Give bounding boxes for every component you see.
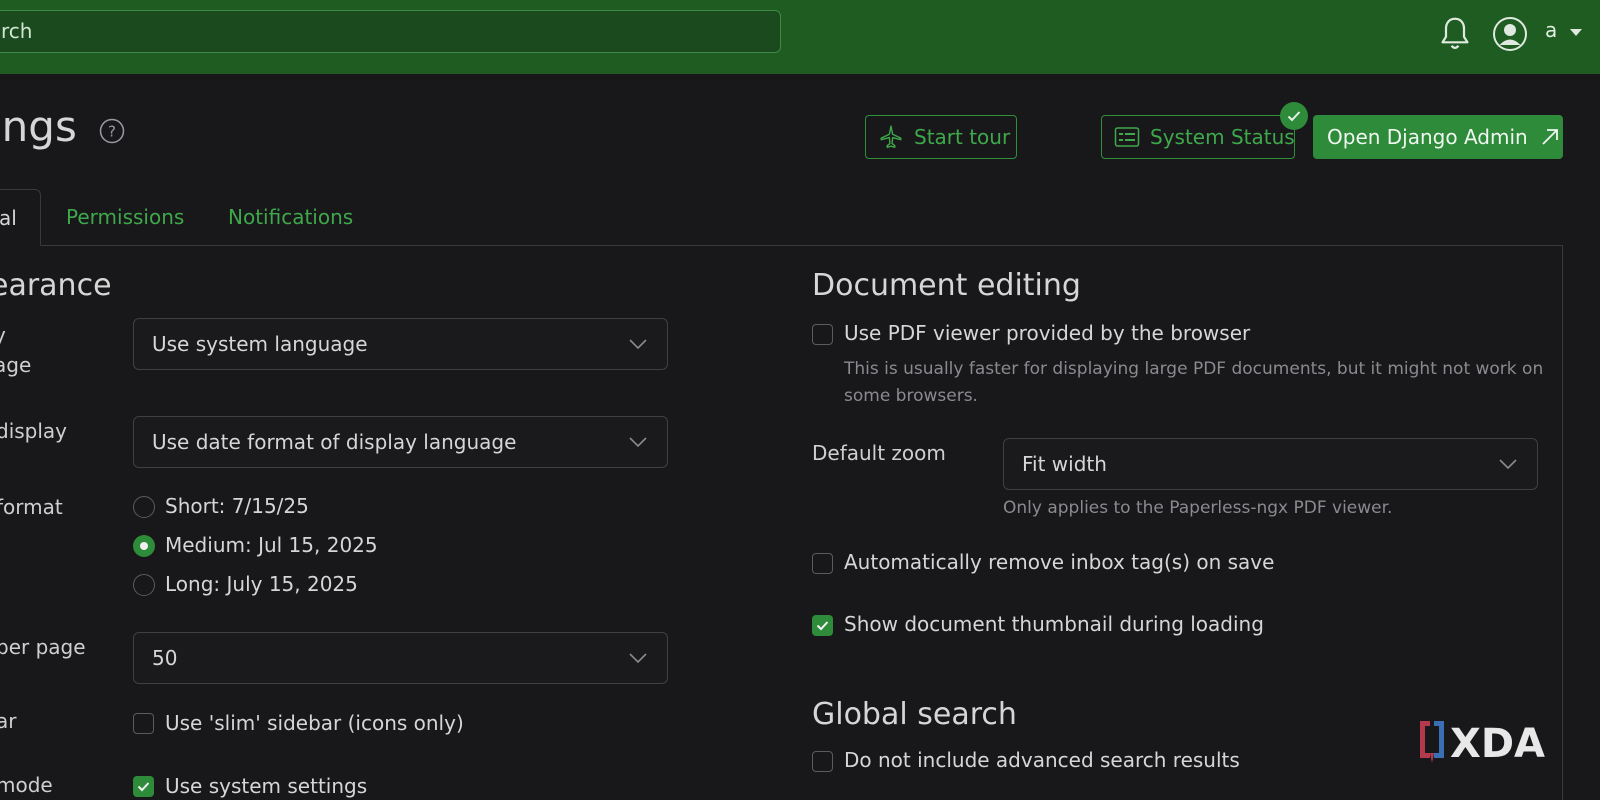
external-arrow-icon bbox=[1542, 129, 1558, 145]
advanced-search-checkbox[interactable] bbox=[812, 751, 833, 772]
date-format-long-radio[interactable] bbox=[133, 574, 155, 596]
chevron-down-icon bbox=[629, 339, 647, 350]
airplane-icon bbox=[880, 125, 902, 148]
tabs-divider bbox=[0, 245, 1563, 246]
pdf-viewer-checkbox[interactable] bbox=[812, 324, 833, 345]
date-display-value: Use date format of display language bbox=[152, 430, 517, 454]
display-language-value: Use system language bbox=[152, 332, 368, 356]
sidebar-label: ar bbox=[0, 709, 17, 733]
open-django-admin-label: Open Django Admin bbox=[1327, 125, 1528, 149]
username-label[interactable]: a bbox=[1545, 18, 1557, 42]
search-input[interactable]: rch bbox=[0, 10, 781, 53]
pdf-viewer-hint: This is usually faster for displaying la… bbox=[844, 359, 1544, 379]
pdf-viewer-label: Use PDF viewer provided by the browser bbox=[844, 321, 1251, 345]
system-status-button[interactable]: System Status bbox=[1101, 115, 1295, 159]
display-language-select[interactable]: Use system language bbox=[133, 318, 668, 370]
xda-logo: XDA bbox=[1420, 721, 1545, 765]
default-zoom-value: Fit width bbox=[1022, 452, 1107, 476]
remove-inbox-label: Automatically remove inbox tag(s) on sav… bbox=[844, 550, 1275, 574]
items-per-page-label: per page bbox=[0, 635, 86, 659]
caret-down-icon[interactable] bbox=[1568, 28, 1584, 38]
status-card-icon bbox=[1114, 127, 1140, 147]
thumbnail-label: Show document thumbnail during loading bbox=[844, 612, 1264, 636]
page-title: ings bbox=[0, 102, 77, 151]
start-tour-label: Start tour bbox=[914, 125, 1011, 149]
tab-general[interactable]: al bbox=[0, 189, 41, 246]
dark-mode-system-label: Use system settings bbox=[165, 774, 368, 798]
pdf-viewer-hint-2: some browsers. bbox=[844, 386, 978, 406]
dark-mode-label: mode bbox=[0, 773, 53, 797]
display-language-label-2: age bbox=[0, 353, 32, 377]
system-status-label: System Status bbox=[1150, 125, 1295, 149]
items-per-page-value: 50 bbox=[152, 646, 178, 670]
chevron-down-icon bbox=[629, 653, 647, 664]
thumbnail-checkbox[interactable] bbox=[812, 615, 833, 636]
checkmark-icon bbox=[1287, 111, 1301, 122]
help-icon[interactable]: ? bbox=[99, 118, 125, 144]
date-display-select[interactable]: Use date format of display language bbox=[133, 416, 668, 468]
date-format-medium-label: Medium: Jul 15, 2025 bbox=[165, 533, 378, 557]
chevron-down-icon bbox=[629, 437, 647, 448]
top-navbar: rch a bbox=[0, 0, 1600, 74]
date-format-short-radio[interactable] bbox=[133, 496, 155, 518]
open-django-admin-button[interactable]: Open Django Admin bbox=[1313, 115, 1563, 159]
slim-sidebar-label: Use 'slim' sidebar (icons only) bbox=[165, 711, 464, 735]
svg-text:?: ? bbox=[108, 123, 116, 141]
date-format-short-label: Short: 7/15/25 bbox=[165, 494, 309, 518]
checkmark-icon bbox=[816, 621, 829, 631]
tab-notifications[interactable]: Notifications bbox=[228, 205, 353, 229]
date-display-label: display bbox=[0, 419, 68, 443]
start-tour-button[interactable]: Start tour bbox=[865, 115, 1017, 159]
remove-inbox-checkbox[interactable] bbox=[812, 553, 833, 574]
date-format-long-label: Long: July 15, 2025 bbox=[165, 572, 358, 596]
date-format-medium-radio[interactable] bbox=[133, 535, 155, 557]
user-avatar-icon[interactable] bbox=[1492, 16, 1528, 52]
svg-text:XDA: XDA bbox=[1450, 721, 1545, 765]
tab-permissions[interactable]: Permissions bbox=[66, 205, 184, 229]
status-ok-badge bbox=[1280, 102, 1308, 130]
bell-icon[interactable] bbox=[1438, 16, 1472, 52]
default-zoom-select[interactable]: Fit width bbox=[1003, 438, 1538, 490]
advanced-search-label: Do not include advanced search results bbox=[844, 748, 1240, 772]
document-editing-heading: Document editing bbox=[812, 268, 1081, 303]
slim-sidebar-checkbox[interactable] bbox=[133, 713, 154, 734]
date-format-label: format bbox=[0, 495, 63, 519]
dark-mode-system-checkbox[interactable] bbox=[133, 776, 154, 797]
appearance-heading: earance bbox=[0, 268, 112, 303]
default-zoom-label: Default zoom bbox=[812, 441, 946, 465]
items-per-page-select[interactable]: 50 bbox=[133, 632, 668, 684]
checkmark-icon bbox=[137, 782, 150, 792]
global-search-heading: Global search bbox=[812, 697, 1017, 732]
chevron-down-icon bbox=[1499, 459, 1517, 470]
default-zoom-hint: Only applies to the Paperless-ngx PDF vi… bbox=[1003, 498, 1393, 518]
display-language-label: y bbox=[0, 320, 6, 351]
